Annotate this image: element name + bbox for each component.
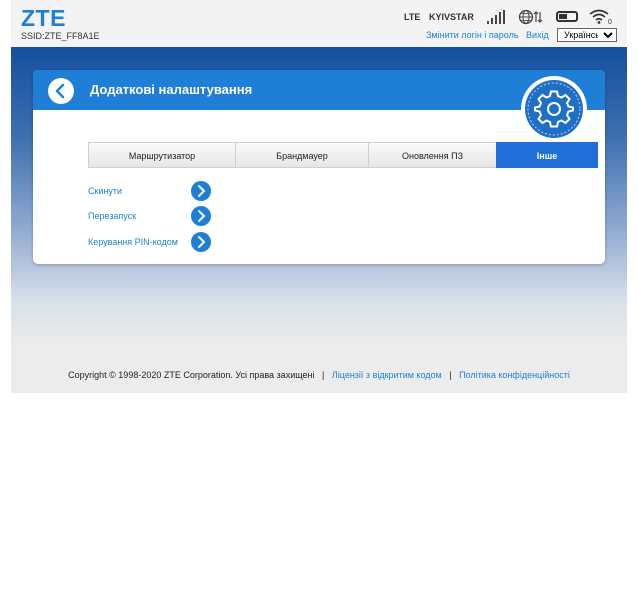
- settings-panel: Додаткові налаштування Маршрутизатор Бра…: [33, 70, 605, 264]
- logout-link[interactable]: Вихід: [526, 30, 549, 40]
- battery-icon: [556, 11, 578, 22]
- footer: Copyright © 1998-2020 ZTE Corporation. У…: [11, 370, 627, 380]
- gear-icon: [527, 82, 581, 136]
- signal-strength-icon: [487, 10, 505, 24]
- wifi-clients-count: 0: [608, 19, 612, 25]
- chevron-right-icon: [198, 185, 206, 197]
- pin-management-arrow-button[interactable]: [191, 232, 211, 252]
- copyright-text: Copyright © 1998-2020 ZTE Corporation. У…: [68, 370, 315, 380]
- zte-logo[interactable]: ZTE: [21, 5, 66, 32]
- reset-link[interactable]: Скинути: [88, 186, 122, 196]
- page-title: Додаткові налаштування: [90, 82, 253, 97]
- page: ZTE SSID:ZTE_FF8A1E LTE KYIVSTAR 0 Зміни…: [11, 0, 627, 393]
- settings-badge: [521, 76, 587, 142]
- panel-header: Додаткові налаштування: [33, 70, 605, 110]
- ssid-label: SSID:ZTE_FF8A1E: [21, 31, 100, 41]
- language-select[interactable]: Українська: [557, 28, 617, 42]
- pin-management-link[interactable]: Керування PIN-кодом: [88, 237, 178, 247]
- change-login-link[interactable]: Змінити логін і пароль: [426, 30, 519, 40]
- back-button[interactable]: [48, 78, 74, 104]
- tab-router[interactable]: Маршрутизатор: [88, 142, 236, 168]
- tab-other[interactable]: Інше: [496, 142, 598, 168]
- tab-bar: Маршрутизатор Брандмауер Оновлення ПЗ Ін…: [88, 142, 598, 168]
- network-type: LTE: [404, 12, 421, 22]
- carrier-name: KYIVSTAR: [429, 12, 474, 22]
- restart-arrow-button[interactable]: [191, 206, 211, 226]
- footer-separator: |: [322, 370, 325, 380]
- chevron-right-icon: [198, 236, 206, 248]
- tab-firmware-update[interactable]: Оновлення ПЗ: [368, 142, 497, 168]
- opensource-licenses-link[interactable]: Ліцензії з відкритим кодом: [332, 370, 442, 380]
- top-header: ZTE SSID:ZTE_FF8A1E LTE KYIVSTAR 0 Зміни…: [11, 0, 627, 47]
- tab-firewall[interactable]: Брандмауер: [235, 142, 369, 168]
- roaming-globe-icon: [518, 9, 543, 25]
- footer-separator: |: [449, 370, 452, 380]
- privacy-policy-link[interactable]: Політика конфіденційності: [459, 370, 570, 380]
- chevron-left-icon: [55, 83, 65, 99]
- chevron-right-icon: [198, 210, 206, 222]
- reset-arrow-button[interactable]: [191, 181, 211, 201]
- wifi-icon: 0: [589, 9, 612, 25]
- restart-link[interactable]: Перезапуск: [88, 211, 136, 221]
